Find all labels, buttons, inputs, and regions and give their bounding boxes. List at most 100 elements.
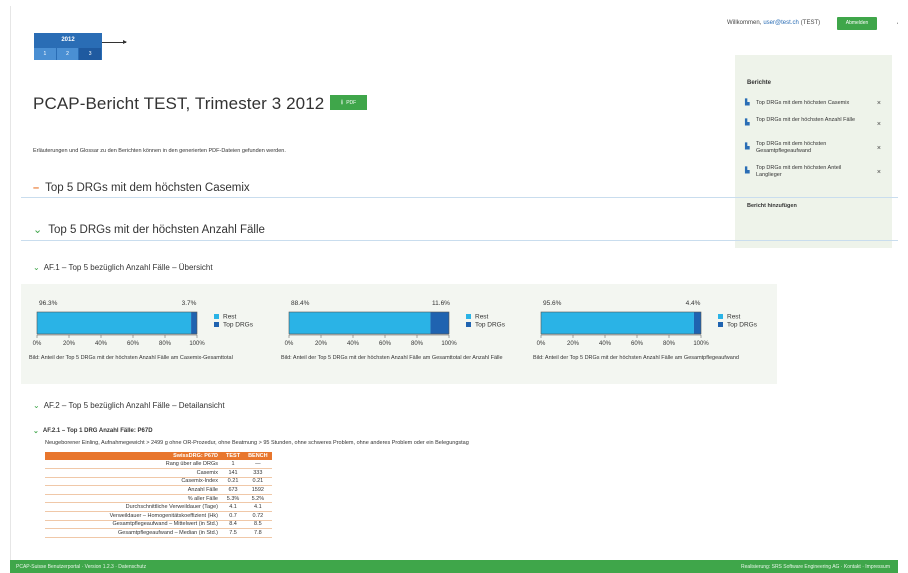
table-cell: 333 xyxy=(244,468,272,478)
report-item-label: Top DRGs mit dem höchsten Gesamtpflegeau… xyxy=(756,141,827,154)
subsection-title: AF.1 – Top 5 bezüglich Anzahl Fälle – Üb… xyxy=(43,263,213,272)
table-row: Casemix 141 333 xyxy=(45,468,272,478)
chart-icon: ▙ xyxy=(745,168,750,174)
report-item-casemix[interactable]: ▙ Top DRGs mit dem höchsten Casemix × xyxy=(745,100,885,107)
table-cell: 141 xyxy=(222,468,245,478)
table-cell: 0.21 xyxy=(244,477,272,487)
legend-swatch-rest xyxy=(718,314,723,319)
table-cell: 7.5 xyxy=(222,528,245,538)
close-icon[interactable]: × xyxy=(877,145,881,152)
x-tick-label: 0% xyxy=(33,341,42,347)
chevron-down-icon: ⌄ xyxy=(33,428,39,435)
subsection-af1-header[interactable]: ⌄ AF.1 – Top 5 bezüglich Anzahl Fälle – … xyxy=(33,263,213,272)
bar-rest xyxy=(541,312,694,334)
user-role: (TEST) xyxy=(800,20,821,26)
table-row: Anzahl Fälle 673 1592 xyxy=(45,485,272,495)
logout-button[interactable]: Abmelden xyxy=(837,17,877,30)
page-title: PCAP-Bericht TEST, Trimester 3 2012 xyxy=(33,94,325,113)
legend-swatch-rest xyxy=(214,314,219,319)
welcome-prefix: Willkommen, xyxy=(727,20,762,26)
app-frame: 2012 1 2 3 Willkommen, user@test.ch (TES… xyxy=(10,6,898,566)
legend-swatch-top-drgs xyxy=(214,322,219,327)
chart-caption: Bild: Anteil der Top 5 DRGs mit der höch… xyxy=(281,355,503,361)
table-cell: % aller Fälle xyxy=(45,494,222,504)
table-cell: Gesamtpflegeaufwand – Mittelwert (in Std… xyxy=(45,520,222,530)
legend-swatch-top-drgs xyxy=(466,322,471,327)
table-cell: Verweildauer – Homogenitätskoeffizient (… xyxy=(45,511,222,521)
x-tick-label: 100% xyxy=(441,341,457,347)
table-cell: — xyxy=(244,460,272,470)
report-item-langlieger[interactable]: ▙ Top DRGs mit dem höchsten Anteil Langl… xyxy=(745,165,885,179)
pdf-download-button[interactable]: ⭳ PDF xyxy=(330,95,367,110)
table-header: SwissDRG: P67D xyxy=(45,452,222,460)
close-icon[interactable]: × xyxy=(877,121,881,128)
welcome-text: Willkommen, user@test.ch (TEST) xyxy=(727,20,820,26)
section-casemix-header[interactable]: – Top 5 DRGs mit dem höchsten Casemix xyxy=(33,182,250,194)
section-divider xyxy=(21,240,898,241)
footer-left[interactable]: PCAP-Suisse Benutzerportal · Version 1.2… xyxy=(16,564,146,570)
bar-rest xyxy=(37,312,192,334)
user-email-link[interactable]: user@test.ch xyxy=(763,20,798,26)
x-tick-label: 20% xyxy=(63,341,76,347)
chart-svg: 88.4% 11.6% 0% 20% 40% 60% 80% 100% RestTop DRGs xyxy=(285,300,506,347)
x-tick-label: 40% xyxy=(347,341,360,347)
intro-text: Erläuterungen und Glossar zu den Bericht… xyxy=(33,148,286,154)
table-cell: 4.1 xyxy=(244,502,272,513)
legend-label: Top DRGs xyxy=(727,322,758,329)
x-tick-label: 80% xyxy=(411,341,424,347)
chart-svg: 96.3% 3.7% 0% 20% 40% 60% 80% 100% RestTop DRGs xyxy=(33,300,254,347)
trimester-tab-2[interactable]: 2 xyxy=(56,48,80,60)
report-item-label: Top DRGs mit der höchsten Anzahl Fälle xyxy=(756,117,856,123)
table-cell: 1592 xyxy=(244,485,272,495)
subsection-af21-header[interactable]: ⌄ AF.2.1 – Top 1 DRG Anzahl Fälle: P67D xyxy=(33,427,153,435)
section-title: Top 5 DRGs mit dem höchsten Casemix xyxy=(45,182,250,194)
data-label: 3.7% xyxy=(182,300,197,307)
report-item-label: Top DRGs mit dem höchsten Anteil Langlie… xyxy=(756,165,842,178)
table-row: Gesamtpflegeaufwand – Mittelwert (in Std… xyxy=(45,520,272,530)
chevron-down-icon: ⌄ xyxy=(33,401,40,410)
legend-swatch-rest xyxy=(466,314,471,319)
report-item-pflegeaufwand[interactable]: ▙ Top DRGs mit dem höchsten Gesamtpflege… xyxy=(745,141,885,155)
scroll-up-icon[interactable]: ^ xyxy=(897,20,898,29)
legend-label: Top DRGs xyxy=(475,322,506,329)
report-item-anzahl-faelle[interactable]: ▙ Top DRGs mit der höchsten Anzahl Fälle… xyxy=(745,117,885,128)
trimester-tab-1[interactable]: 1 xyxy=(34,48,57,60)
table-header-row: SwissDRG: P67D TEST BENCH xyxy=(45,452,272,460)
table-cell: Gesamtpflegeaufwand – Median (in Std.) xyxy=(45,528,222,538)
close-icon[interactable]: × xyxy=(877,169,881,176)
close-icon[interactable]: × xyxy=(877,100,881,107)
x-tick-label: 60% xyxy=(379,341,392,347)
x-tick-label: 20% xyxy=(315,341,328,347)
table-row: Verweildauer – Homogenitätskoeffizient (… xyxy=(45,511,272,521)
legend-label: Rest xyxy=(727,314,741,321)
table-cell: 5.3% xyxy=(222,494,245,504)
x-tick-label: 80% xyxy=(663,341,676,347)
table-header: BENCH xyxy=(244,452,272,460)
table-cell: 7.8 xyxy=(244,528,272,538)
x-tick-label: 0% xyxy=(537,341,546,347)
data-label: 96.3% xyxy=(39,300,58,307)
year-label[interactable]: 2012 xyxy=(34,33,102,48)
footer-right[interactable]: Realisierung: SRS Software Engineering A… xyxy=(741,564,890,570)
section-divider xyxy=(21,197,898,198)
year-selector[interactable]: 2012 1 2 3 xyxy=(34,33,103,60)
table-row: Durchschnittliche Verweildauer (Tage) 4.1… xyxy=(45,502,272,513)
chart-icon: ▙ xyxy=(745,120,750,126)
table-cell: 0.72 xyxy=(244,511,272,521)
table-cell: Casemix xyxy=(45,468,222,478)
table-cell: 5.2% xyxy=(244,494,272,504)
table-cell: 8.5 xyxy=(244,520,272,530)
legend-label: Rest xyxy=(475,314,489,321)
x-tick-label: 0% xyxy=(285,341,294,347)
legend-label: Top DRGs xyxy=(223,322,254,329)
report-item-label: Top DRGs mit dem höchsten Casemix xyxy=(756,100,850,106)
section-anzahl-faelle-header[interactable]: ⌄ Top 5 DRGs mit der höchsten Anzahl Fäl… xyxy=(33,224,265,236)
chart-icon: ▙ xyxy=(745,100,750,106)
trimester-tab-3[interactable]: 3 xyxy=(79,48,103,60)
table-row: Rang über alle DRGs 1— xyxy=(45,460,272,470)
data-label: 88.4% xyxy=(291,300,310,307)
subsection-af2-header[interactable]: ⌄ AF.2 – Top 5 bezüglich Anzahl Fälle – … xyxy=(33,401,225,410)
add-report-link[interactable]: Bericht hinzufügen xyxy=(747,203,797,209)
legend-label: Rest xyxy=(223,314,237,321)
reports-panel-title: Berichte xyxy=(747,80,772,86)
